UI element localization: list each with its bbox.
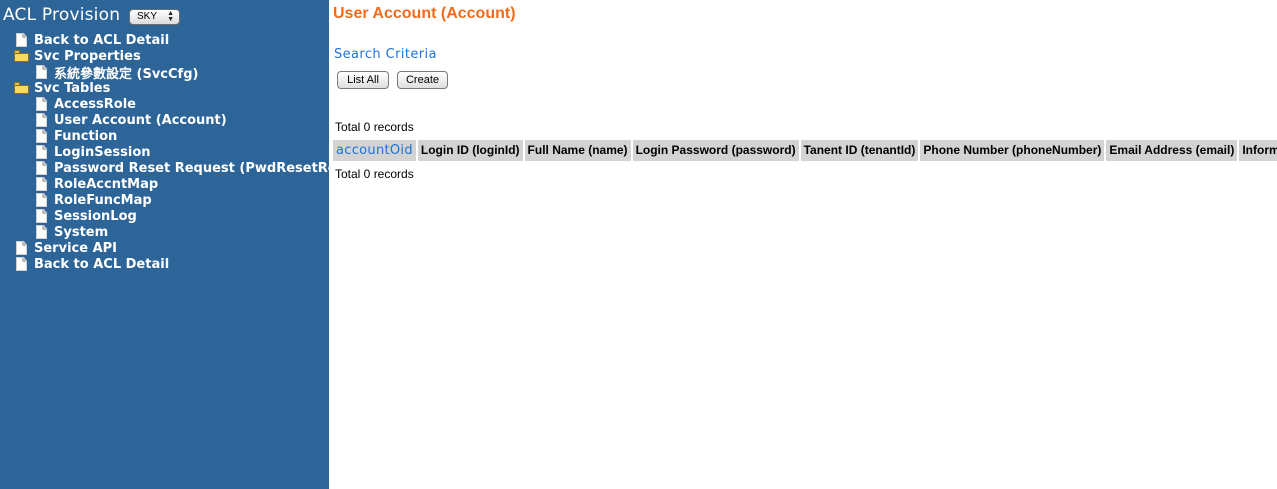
column-header-name: Full Name (name) [524,140,633,161]
column-header-information: Informati [1239,140,1277,161]
list-all-button[interactable]: List All [337,71,389,89]
document-icon [36,161,47,175]
nav-item-label: Password Reset Request (PwdResetReq) [54,160,352,176]
total-records-bottom: Total 0 records [335,167,414,181]
nav-item-label: LoginSession [54,144,151,160]
nav-item-accessrole[interactable]: AccessRole [36,96,136,112]
column-header-phonenumber: Phone Number (phoneNumber) [920,140,1107,161]
document-icon [16,257,27,271]
nav-item-rolefuncmap[interactable]: RoleFuncMap [36,192,152,208]
nav-item-label: AccessRole [54,96,136,112]
sidebar: ACL Provision SKY ▲ ▼ Back to ACL Detail … [0,0,352,489]
column-header-accountoid[interactable]: accountOid [333,140,418,161]
document-icon [36,113,47,127]
nav-item-label: Service API [34,240,117,256]
nav-service-api[interactable]: Service API [16,240,117,256]
nav-item-svccfg[interactable]: 系統參數設定 (SvcCfg) [36,64,199,82]
column-header-loginid: Login ID (loginId) [417,140,525,161]
column-header-email: Email Address (email) [1106,140,1240,161]
nav-item-label: Back to ACL Detail [34,32,170,48]
nav-item-pwdresetreq[interactable]: Password Reset Request (PwdResetReq) [36,160,352,176]
search-criteria-link[interactable]: Search Criteria [334,47,437,62]
document-icon [16,241,27,255]
nav-back-to-acl-detail-bottom[interactable]: Back to ACL Detail [16,256,169,272]
document-icon [36,225,47,239]
document-icon [36,209,47,223]
document-icon [36,145,47,159]
document-icon [36,193,47,207]
document-icon [36,65,47,79]
nav-item-label: 系統參數設定 (SvcCfg) [54,66,199,82]
nav-item-label: Svc Properties [34,48,141,64]
nav-item-label: User Account (Account) [54,112,227,128]
nav-item-label: RoleFuncMap [54,192,152,208]
nav-item-label: RoleAccntMap [54,176,159,192]
nav-item-label: Function [54,128,118,144]
nav-item-function[interactable]: Function [36,128,117,144]
document-icon [36,129,47,143]
nav-item-user-account[interactable]: User Account (Account) [36,112,227,128]
select-arrows-icon: ▲ ▼ [167,10,174,23]
page-title: User Account (Account) [333,5,516,22]
document-icon [36,97,47,111]
column-header-tenantid: Tanent ID (tenantId) [800,140,921,161]
nav-item-label: Back to ACL Detail [34,256,170,272]
environment-select-value: SKY [137,11,158,22]
nav-back-to-acl-detail[interactable]: Back to ACL Detail [16,32,169,48]
create-button[interactable]: Create [397,71,448,89]
nav-item-label: Svc Tables [34,80,111,96]
nav-folder-svc-tables[interactable]: Svc Tables [14,80,110,96]
folder-open-icon [14,82,29,94]
total-records-top: Total 0 records [335,120,414,134]
nav-item-sessionlog[interactable]: SessionLog [36,208,137,224]
main-content: User Account (Account) Search Criteria L… [329,0,1277,489]
nav-item-label: SessionLog [54,208,137,224]
document-icon [16,33,27,47]
folder-open-icon [14,50,29,62]
nav-item-label: System [54,224,109,240]
nav-item-system[interactable]: System [36,224,108,240]
environment-select[interactable]: SKY ▲ ▼ [129,9,180,25]
nav-item-loginsession[interactable]: LoginSession [36,144,151,160]
app-title: ACL Provision [3,5,121,25]
table-header: accountOid Login ID (loginId) Full Name … [333,140,1277,161]
document-icon [36,177,47,191]
nav-item-roleaccntmap[interactable]: RoleAccntMap [36,176,158,192]
column-header-password: Login Password (password) [632,140,801,161]
